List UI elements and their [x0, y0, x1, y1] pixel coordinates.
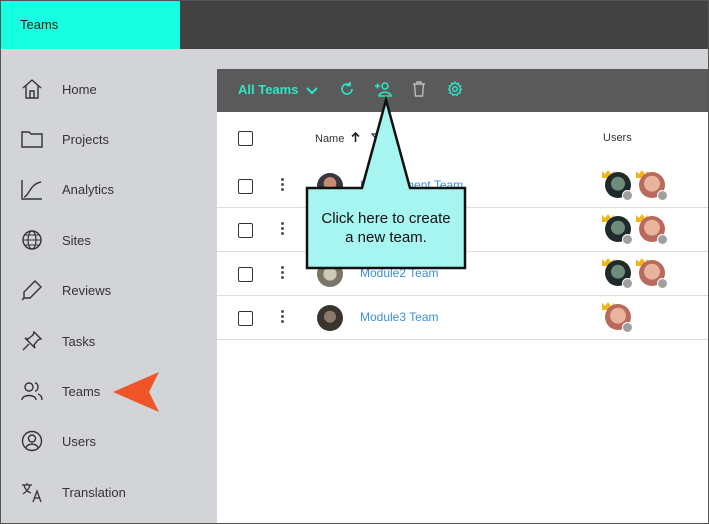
- app-window: Teams Home Projects Analytics Sites Revi…: [0, 0, 709, 524]
- all-teams-dropdown[interactable]: All Teams: [238, 82, 318, 97]
- sidebar-item-projects[interactable]: Projects: [1, 120, 217, 160]
- table-row[interactable]: Development Team: [217, 164, 708, 208]
- callout-text: Click here to create a new team.: [321, 210, 451, 246]
- row-checkbox[interactable]: [238, 267, 253, 282]
- status-indicator: [657, 190, 668, 201]
- status-indicator: [657, 234, 668, 245]
- sidebar-item-translation[interactable]: Translation: [1, 473, 217, 513]
- more-options-icon[interactable]: [281, 266, 285, 281]
- sidebar-item-label: Translation: [62, 485, 126, 500]
- folder-icon: [21, 131, 43, 148]
- all-teams-label: All Teams: [238, 82, 299, 97]
- row-checkbox[interactable]: [238, 311, 253, 326]
- status-indicator: [622, 234, 633, 245]
- pin-icon: [22, 330, 43, 351]
- sidebar-item-sites[interactable]: Sites: [1, 221, 217, 261]
- app-title: Teams: [20, 17, 59, 32]
- refresh-icon[interactable]: [339, 81, 355, 97]
- status-indicator: [657, 278, 668, 289]
- team-avatar: [317, 173, 343, 199]
- sidebar-item-label: Home: [62, 82, 97, 97]
- team-name-link[interactable]: Module3 Team: [360, 310, 439, 324]
- table-header: Name Users: [217, 112, 708, 165]
- sidebar-item-label: Analytics: [62, 182, 115, 197]
- more-options-icon[interactable]: [281, 222, 285, 237]
- sidebar-item-label: Reviews: [62, 283, 112, 298]
- chevron-down-icon: [306, 86, 318, 94]
- table-row[interactable]: Module2 Team: [217, 252, 708, 296]
- team-name-link[interactable]: Development Team: [360, 178, 463, 192]
- column-header-users: Users: [603, 132, 632, 144]
- top-bar: Teams: [1, 1, 708, 49]
- status-indicator: [622, 278, 633, 289]
- status-indicator: [622, 322, 633, 333]
- sidebar-item-analytics[interactable]: Analytics: [1, 170, 217, 210]
- sidebar: Home Projects Analytics Sites Reviews Ta…: [1, 49, 217, 523]
- sidebar-item-label: Users: [62, 434, 96, 449]
- pointer-arrow-icon: [113, 372, 159, 412]
- column-header-name[interactable]: Name: [315, 131, 383, 145]
- team-name-link[interactable]: Module2 Team: [360, 266, 439, 280]
- more-options-icon[interactable]: [281, 310, 285, 325]
- add-team-icon[interactable]: [374, 81, 392, 97]
- sidebar-item-home[interactable]: Home: [1, 70, 217, 110]
- sidebar-item-users[interactable]: Users: [1, 422, 217, 462]
- analytics-icon: [21, 180, 42, 200]
- toolbar: All Teams: [217, 69, 708, 112]
- select-all-checkbox[interactable]: [238, 131, 253, 146]
- team-avatar: [317, 305, 343, 331]
- delete-icon[interactable]: [412, 81, 426, 97]
- sidebar-item-reviews[interactable]: Reviews: [1, 271, 217, 311]
- team-avatar: [317, 261, 343, 287]
- table-row[interactable]: Module3 Team: [217, 296, 708, 340]
- sidebar-item-label: Sites: [62, 233, 91, 248]
- home-icon: [22, 79, 42, 99]
- user-circle-icon: [21, 430, 43, 452]
- row-checkbox[interactable]: [238, 223, 253, 238]
- row-checkbox[interactable]: [238, 179, 253, 194]
- sidebar-item-label: Projects: [62, 132, 109, 147]
- sidebar-item-label: Teams: [62, 384, 101, 399]
- translate-icon: [22, 483, 42, 503]
- more-options-icon[interactable]: [281, 178, 285, 193]
- status-indicator: [622, 190, 633, 201]
- sidebar-item-teams[interactable]: Teams: [1, 372, 217, 412]
- settings-icon[interactable]: [447, 81, 463, 97]
- sidebar-item-tasks[interactable]: Tasks: [1, 322, 217, 362]
- app-title-tab[interactable]: Teams: [1, 1, 180, 49]
- filter-icon[interactable]: [371, 133, 383, 143]
- sort-ascending-icon[interactable]: [351, 131, 360, 143]
- pen-icon: [21, 280, 42, 301]
- sidebar-item-label: Tasks: [62, 334, 96, 349]
- globe-icon: [22, 230, 42, 250]
- teams-panel: All Teams Name Users Development Team Mo…: [217, 69, 708, 523]
- people-icon: [21, 382, 43, 401]
